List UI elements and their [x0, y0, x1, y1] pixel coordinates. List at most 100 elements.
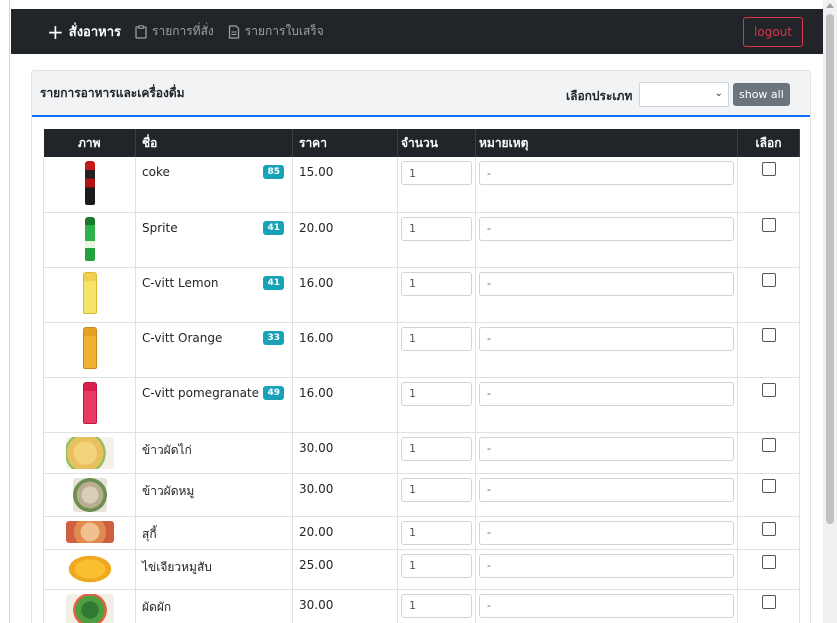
page-left-edge — [0, 0, 10, 623]
item-name-cell: ผัดผัก — [135, 589, 293, 623]
note-input[interactable] — [479, 271, 734, 296]
suki-image — [65, 520, 114, 543]
item-note-cell — [475, 322, 738, 378]
nav-order-food-label: สั่งอาหาร — [68, 25, 122, 40]
category-filter-label: เลือกประเภท — [566, 89, 633, 103]
stock-badge: 49 — [263, 385, 284, 400]
quantity-input[interactable] — [401, 271, 472, 296]
item-price-cell: 15.00 — [292, 157, 398, 213]
item-select-cell — [737, 549, 800, 590]
item-select-cell — [737, 432, 800, 474]
category-select[interactable]: ⌄ — [639, 82, 729, 107]
select-checkbox[interactable] — [761, 478, 776, 493]
coke-bottle-image — [84, 161, 95, 205]
item-name-cell: สุกี้ — [135, 516, 293, 550]
plus-icon: + — [47, 19, 64, 44]
scroll-thumb[interactable] — [826, 14, 834, 524]
nav-orders-label: รายการที่สั่ง — [152, 24, 214, 38]
select-checkbox[interactable] — [761, 521, 776, 536]
item-note-cell — [475, 473, 738, 517]
note-input[interactable] — [479, 436, 734, 461]
header-qty: จำนวน — [397, 129, 476, 157]
select-checkbox[interactable] — [761, 327, 776, 342]
note-input[interactable] — [479, 553, 734, 578]
clipboard-icon — [135, 24, 147, 39]
note-input[interactable] — [479, 326, 734, 351]
header-price: ราคา — [292, 129, 398, 157]
card-header: รายการอาหารและเครื่องดื่ม เลือกประเภท ⌄ … — [32, 71, 810, 117]
header-image: ภาพ — [43, 129, 136, 157]
header-note: หมายเหตุ — [475, 129, 738, 157]
item-name: Sprite — [142, 220, 178, 235]
pork-omelette-image — [65, 553, 114, 584]
note-input[interactable] — [479, 381, 734, 406]
item-name: ไข่เจียวหมูสับ — [142, 559, 212, 574]
item-price: 15.00 — [299, 165, 334, 179]
note-input[interactable] — [479, 216, 734, 241]
quantity-input[interactable] — [401, 381, 472, 406]
note-input[interactable] — [479, 520, 734, 545]
item-note-cell — [475, 157, 738, 213]
item-image-cell — [43, 589, 136, 623]
item-name-cell: coke 85 — [135, 157, 293, 213]
item-name-cell: C-vitt Lemon 41 — [135, 267, 293, 323]
item-name: C-vitt Lemon — [142, 275, 219, 290]
note-input[interactable] — [479, 477, 734, 502]
table-row: C-vitt Orange 33 16.00 — [43, 322, 800, 378]
quantity-input[interactable] — [401, 326, 472, 351]
select-checkbox[interactable] — [761, 382, 776, 397]
page-scrollbar[interactable] — [823, 0, 837, 623]
card-title: รายการอาหารและเครื่องดื่ม — [40, 85, 185, 100]
item-price-cell: 20.00 — [292, 212, 398, 268]
item-price-cell: 20.00 — [292, 516, 398, 550]
quantity-input[interactable] — [401, 216, 472, 241]
stock-badge: 33 — [263, 330, 284, 345]
nav-receipts-list[interactable]: รายการใบเสร็จ — [228, 22, 324, 41]
item-price-cell: 25.00 — [292, 549, 398, 590]
item-price: 30.00 — [299, 481, 334, 496]
item-name-cell: ข้าวผัดไก่ — [135, 432, 293, 474]
table-row: ข้าวผัดไก่ 30.00 — [43, 432, 800, 474]
quantity-input[interactable] — [401, 520, 472, 545]
quantity-input[interactable] — [401, 553, 472, 578]
note-input[interactable] — [479, 161, 734, 185]
item-price: 30.00 — [299, 597, 334, 612]
select-checkbox[interactable] — [761, 272, 776, 287]
receipt-icon — [228, 24, 239, 39]
note-input[interactable] — [479, 593, 734, 618]
nav-order-food[interactable]: + สั่งอาหาร — [47, 21, 121, 42]
item-note-cell — [475, 549, 738, 590]
select-checkbox[interactable] — [761, 554, 776, 569]
quantity-input[interactable] — [401, 477, 472, 502]
item-note-cell — [475, 267, 738, 323]
stock-badge: 85 — [263, 165, 284, 179]
nav-orders-list[interactable]: รายการที่สั่ง — [135, 22, 214, 41]
table-row: coke 85 15.00 — [43, 157, 800, 213]
pomegranate-bottle-image — [82, 381, 97, 424]
scroll-up-icon[interactable] — [826, 3, 834, 8]
item-image-cell — [43, 157, 136, 213]
item-qty-cell — [397, 549, 476, 590]
item-qty-cell — [397, 377, 476, 433]
select-checkbox[interactable] — [761, 437, 776, 452]
logout-button[interactable]: logout — [743, 17, 803, 47]
show-all-button[interactable]: show all — [733, 83, 790, 106]
select-checkbox[interactable] — [761, 217, 776, 232]
item-select-cell — [737, 516, 800, 550]
item-price-cell: 30.00 — [292, 473, 398, 517]
select-checkbox[interactable] — [761, 162, 776, 176]
item-qty-cell — [397, 267, 476, 323]
item-price-cell: 16.00 — [292, 322, 398, 378]
item-qty-cell — [397, 473, 476, 517]
quantity-input[interactable] — [401, 436, 472, 461]
orange-bottle-image — [82, 326, 97, 369]
quantity-input[interactable] — [401, 593, 472, 618]
item-qty-cell — [397, 322, 476, 378]
item-note-cell — [475, 377, 738, 433]
table-row: C-vitt Lemon 41 16.00 — [43, 267, 800, 323]
select-checkbox[interactable] — [761, 594, 776, 609]
quantity-input[interactable] — [401, 161, 472, 185]
item-name: ผัดผัก — [142, 599, 172, 614]
item-price: 20.00 — [299, 220, 334, 235]
item-qty-cell — [397, 589, 476, 623]
